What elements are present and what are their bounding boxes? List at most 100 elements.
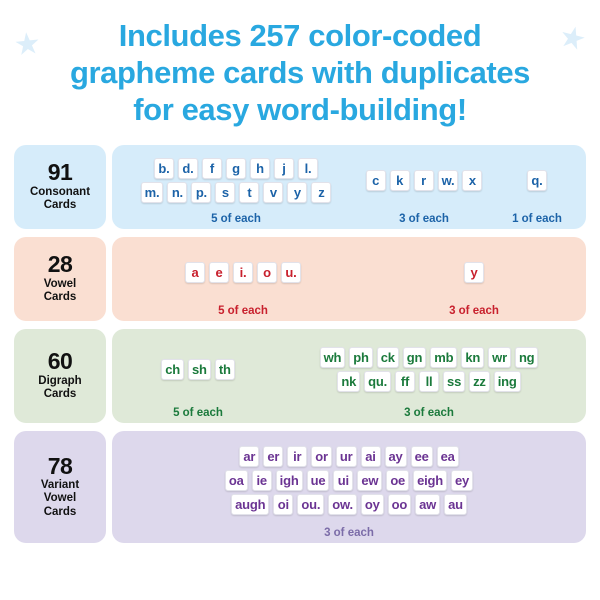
category-row-variant-vowel: 78 Variant Vowel Cards ar er ir or ur ai… bbox=[14, 430, 586, 543]
card-line: ar er ir or ur ai ay ee ea bbox=[239, 445, 459, 467]
letter-card[interactable]: y bbox=[287, 181, 308, 203]
letter-card[interactable]: wr bbox=[488, 346, 511, 368]
letter-card[interactable]: w. bbox=[437, 169, 459, 191]
letter-card[interactable]: ea bbox=[436, 445, 459, 467]
letter-card[interactable]: d. bbox=[178, 157, 198, 179]
card-grid: b. d. f g h j l. m. n. p. s t v y z bbox=[140, 152, 332, 209]
letter-card[interactable]: eigh bbox=[413, 469, 448, 491]
letter-card[interactable]: augh bbox=[231, 493, 270, 515]
letter-card[interactable]: q. bbox=[527, 169, 547, 191]
letter-card[interactable]: g bbox=[226, 157, 246, 179]
letter-card[interactable]: gn bbox=[402, 346, 427, 368]
letter-card[interactable]: ui bbox=[333, 469, 354, 491]
letter-card[interactable]: ar bbox=[239, 445, 260, 467]
letter-card[interactable]: er bbox=[263, 445, 284, 467]
letter-card[interactable]: v bbox=[263, 181, 284, 203]
card-group-3-of-each: ar er ir or ur ai ay ee ea oa ie igh ue … bbox=[118, 438, 580, 539]
letter-card[interactable]: y bbox=[464, 261, 484, 283]
category-panel-vowel: a e i. o u. 5 of each y 3 of each bbox=[112, 236, 586, 321]
card-grid: y bbox=[464, 244, 484, 301]
card-category-list: 91 Consonant Cards b. d. f g h j l. m. n… bbox=[0, 139, 600, 543]
letter-card[interactable]: l. bbox=[298, 157, 318, 179]
letter-card[interactable]: z bbox=[311, 181, 332, 203]
letter-card[interactable]: ue bbox=[306, 469, 330, 491]
letter-card[interactable]: th bbox=[214, 358, 235, 380]
card-group-3-of-each: wh ph ck gn mb kn wr ng nk qu. ff ll ss … bbox=[278, 336, 580, 419]
letter-card[interactable]: igh bbox=[275, 469, 303, 491]
letter-card[interactable]: ai bbox=[360, 445, 381, 467]
letter-card[interactable]: sh bbox=[188, 358, 211, 380]
letter-card[interactable]: ow. bbox=[328, 493, 357, 515]
group-quantity-note: 5 of each bbox=[173, 406, 223, 419]
card-line: augh oi ou. ow. oy oo aw au bbox=[231, 493, 467, 515]
letter-card[interactable]: r bbox=[413, 169, 434, 191]
letter-card[interactable]: zz bbox=[469, 370, 490, 392]
letter-card[interactable]: n. bbox=[167, 181, 188, 203]
letter-card[interactable]: ou. bbox=[297, 493, 325, 515]
card-line: y bbox=[464, 261, 484, 283]
letter-card[interactable]: t bbox=[239, 181, 260, 203]
letter-card[interactable]: oi bbox=[273, 493, 294, 515]
letter-card[interactable]: ir bbox=[287, 445, 308, 467]
letter-card[interactable]: ck bbox=[376, 346, 399, 368]
letter-card[interactable]: h bbox=[250, 157, 270, 179]
letter-card[interactable]: au bbox=[444, 493, 467, 515]
letter-card[interactable]: c bbox=[365, 169, 386, 191]
letter-card[interactable]: ee bbox=[410, 445, 433, 467]
category-panel-digraph: ch sh th 5 of each wh ph ck gn mb kn wr … bbox=[112, 328, 586, 423]
letter-card[interactable]: m. bbox=[140, 181, 164, 203]
card-line: b. d. f g h j l. bbox=[154, 157, 318, 179]
letter-card[interactable]: b. bbox=[154, 157, 174, 179]
category-panel-variant-vowel: ar er ir or ur ai ay ee ea oa ie igh ue … bbox=[112, 430, 586, 543]
letter-card[interactable]: o bbox=[257, 261, 277, 283]
letter-card[interactable]: ay bbox=[384, 445, 407, 467]
letter-card[interactable]: p. bbox=[191, 181, 212, 203]
card-grid: c k r w. x bbox=[365, 152, 483, 209]
letter-card[interactable]: oa bbox=[224, 469, 248, 491]
letter-card[interactable]: ie bbox=[251, 469, 272, 491]
group-quantity-note: 5 of each bbox=[211, 212, 261, 225]
letter-card[interactable]: i. bbox=[233, 261, 253, 283]
letter-card[interactable]: mb bbox=[430, 346, 458, 368]
letter-card[interactable]: k bbox=[389, 169, 410, 191]
letter-card[interactable]: aw bbox=[415, 493, 441, 515]
letter-card[interactable]: f bbox=[202, 157, 222, 179]
letter-card[interactable]: a bbox=[185, 261, 205, 283]
letter-card[interactable]: wh bbox=[319, 346, 346, 368]
category-label-consonant: 91 Consonant Cards bbox=[14, 144, 106, 229]
category-count: 78 bbox=[47, 452, 73, 479]
letter-card[interactable]: ff bbox=[395, 370, 416, 392]
letter-card[interactable]: s bbox=[215, 181, 236, 203]
category-label-variant-vowel: 78 Variant Vowel Cards bbox=[14, 430, 106, 543]
category-name: Vowel Cards bbox=[43, 277, 77, 304]
card-line: q. bbox=[527, 169, 547, 191]
letter-card[interactable]: ph bbox=[349, 346, 373, 368]
letter-card[interactable]: kn bbox=[461, 346, 485, 368]
card-line: oa ie igh ue ui ew oe eigh ey bbox=[224, 469, 474, 491]
letter-card[interactable]: ch bbox=[161, 358, 184, 380]
card-grid: ar er ir or ur ai ay ee ea oa ie igh ue … bbox=[224, 438, 474, 523]
letter-card[interactable]: nk bbox=[337, 370, 361, 392]
category-panel-consonant: b. d. f g h j l. m. n. p. s t v y z 5 of… bbox=[112, 144, 586, 229]
card-group-5-of-each: b. d. f g h j l. m. n. p. s t v y z 5 of… bbox=[118, 152, 354, 225]
letter-card[interactable]: x bbox=[462, 169, 483, 191]
card-line: wh ph ck gn mb kn wr ng bbox=[319, 346, 539, 368]
letter-card[interactable]: oe bbox=[386, 469, 410, 491]
group-quantity-note: 3 of each bbox=[324, 526, 374, 539]
letter-card[interactable]: e bbox=[209, 261, 229, 283]
letter-card[interactable]: ey bbox=[451, 469, 474, 491]
letter-card[interactable]: ing bbox=[493, 370, 521, 392]
letter-card[interactable]: ng bbox=[514, 346, 539, 368]
letter-card[interactable]: oo bbox=[387, 493, 412, 515]
letter-card[interactable]: qu. bbox=[364, 370, 392, 392]
letter-card[interactable]: j bbox=[274, 157, 294, 179]
letter-card[interactable]: ll bbox=[419, 370, 440, 392]
letter-card[interactable]: oy bbox=[360, 493, 384, 515]
letter-card[interactable]: ew bbox=[357, 469, 383, 491]
group-quantity-note: 5 of each bbox=[218, 304, 268, 317]
letter-card[interactable]: ur bbox=[335, 445, 357, 467]
letter-card[interactable]: u. bbox=[281, 261, 301, 283]
letter-card[interactable]: ss bbox=[443, 370, 466, 392]
card-group-3-of-each: c k r w. x 3 of each bbox=[354, 152, 494, 225]
letter-card[interactable]: or bbox=[311, 445, 332, 467]
